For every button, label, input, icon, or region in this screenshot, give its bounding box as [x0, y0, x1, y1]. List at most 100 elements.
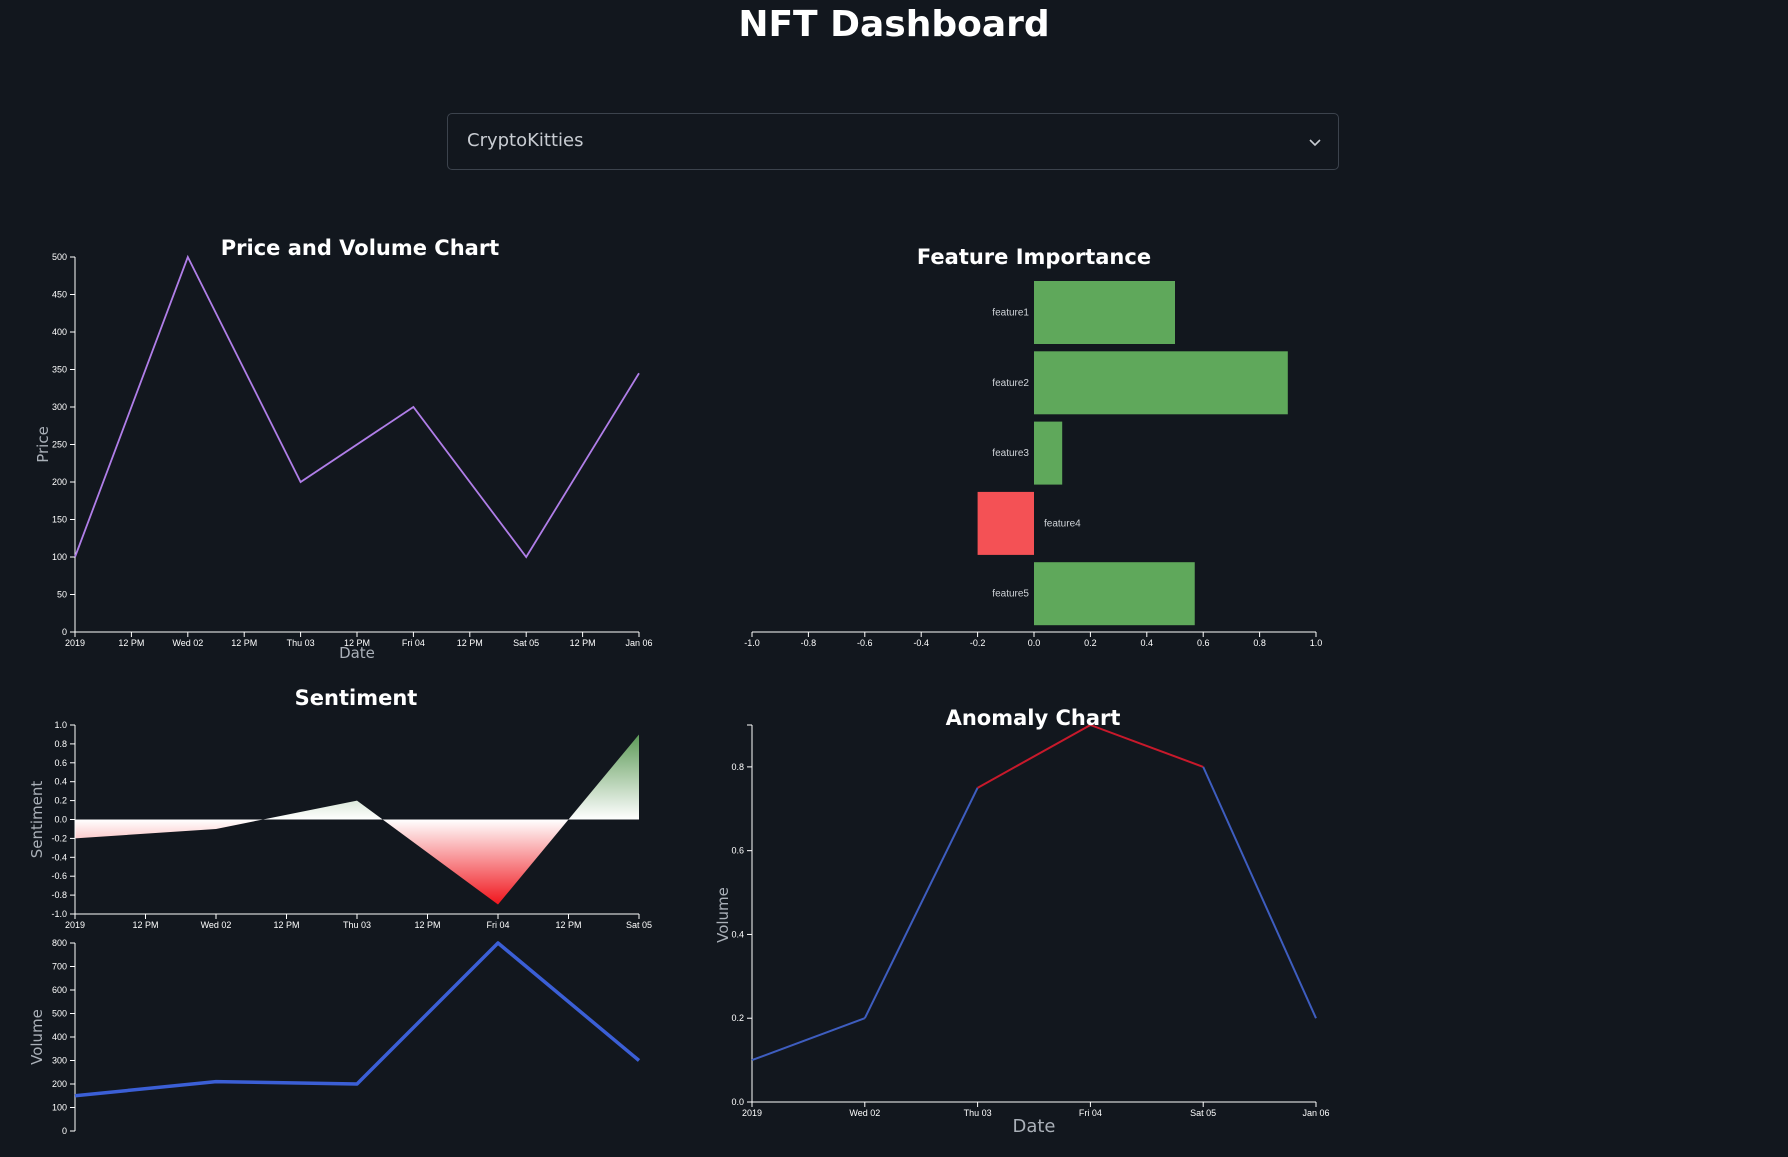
- anomaly-y-tick: 0.0: [731, 1097, 752, 1107]
- price-x-tick-label: Wed 02: [172, 638, 203, 648]
- anomaly-title: Anomaly Chart: [945, 706, 1121, 730]
- sentiment-y-tick: 0.2: [54, 796, 75, 806]
- price-x-tick: Jan 06: [625, 632, 653, 648]
- price-x-tick-label: 12 PM: [118, 638, 144, 648]
- price-x-tick: 12 PM: [231, 632, 257, 648]
- price-x-tick-label: Thu 03: [287, 638, 315, 648]
- price-chart-svg: 0 50 100 150 200 250 300 350 400 450 500 2019 12 PM W…: [34, 252, 653, 662]
- sentiment-x-tick: 2019: [65, 914, 85, 930]
- volume-y-tick: 0: [62, 1126, 75, 1136]
- importance-x-tick: 0.2: [1084, 632, 1097, 648]
- sentiment-y-tick: -0.2: [51, 833, 75, 843]
- price-y-tick-label: 250: [52, 440, 67, 450]
- anomaly-x-tick: 2019: [742, 1102, 762, 1118]
- importance-x-tick-label: 0.0: [1028, 638, 1041, 648]
- sentiment-x-tick: Fri 04: [486, 914, 510, 930]
- price-y-label: Price: [34, 426, 52, 463]
- volume-y-tick-label: 500: [52, 1009, 67, 1019]
- volume-y-tick-label: 100: [52, 1103, 67, 1113]
- price-x-tick-label: Jan 06: [625, 638, 652, 648]
- price-x-tick-label: 12 PM: [457, 638, 483, 648]
- price-x-tick: 12 PM: [570, 632, 596, 648]
- sentiment-x-tick: 12 PM: [414, 914, 441, 930]
- sentiment-y-tick-label: -1.0: [51, 909, 67, 919]
- sentiment-y-tick-label: -0.6: [51, 871, 67, 881]
- importance-x-tick-label: 0.8: [1253, 638, 1266, 648]
- importance-x-tick: 1.0: [1310, 632, 1322, 648]
- feature-importance-chart: Feature Importance feature1 feature2 featu…: [720, 230, 1340, 670]
- anomaly-x-tick: Sat 05: [1190, 1102, 1216, 1118]
- anomaly-svg: 0.0 0.2 0.4 0.6 0.8 2019 Wed 02 Thu 03 Fri 04 Sat…: [714, 724, 1330, 1137]
- sentiment-y-tick-label: -0.2: [51, 833, 67, 843]
- volume-y-tick: 300: [52, 1056, 75, 1066]
- anomaly-segment: [751, 1017, 866, 1062]
- sentiment-y-tick-label: 0.0: [54, 815, 67, 825]
- volume-y-tick: 200: [52, 1079, 75, 1089]
- volume-y-tick: 600: [52, 985, 75, 995]
- feature-label: feature3: [992, 448, 1029, 459]
- price-y-tick-label: 50: [57, 590, 67, 600]
- price-x-tick: 12 PM: [118, 632, 144, 648]
- price-x-label: Date: [339, 644, 375, 662]
- volume-y-tick-label: 300: [52, 1056, 67, 1066]
- anomaly-segment: [1202, 766, 1317, 1019]
- sentiment-y-tick: 1.0: [54, 720, 75, 730]
- sentiment-x-tick: 12 PM: [555, 914, 582, 930]
- volume-y-tick: 500: [52, 1009, 75, 1019]
- price-x-tick: Fri 04: [402, 632, 425, 648]
- importance-x-tick: 0.6: [1197, 632, 1209, 648]
- sentiment-svg: 1.0 0.8 0.6 0.4 0.2 0.0 -0.2 -0.4 -0.6 -0.8 -1.020…: [28, 720, 652, 930]
- sentiment-x-tick-label: Fri 04: [486, 920, 509, 930]
- price-y-tick-label: 450: [52, 290, 67, 300]
- volume-y-label: Volume: [28, 1009, 46, 1065]
- volume-y-tick-label: 700: [52, 962, 67, 972]
- price-x-tick-label: 12 PM: [570, 638, 596, 648]
- price-y-tick: 300: [52, 402, 75, 412]
- importance-x-tick: -1.0: [744, 632, 760, 648]
- sentiment-x-tick-label: 12 PM: [414, 920, 440, 930]
- feature-bar: [1034, 421, 1063, 485]
- sentiment-x-tick-label: Sat 05: [626, 920, 652, 930]
- feature-bar: [1034, 281, 1175, 344]
- sentiment-y-tick-label: 1.0: [54, 720, 67, 730]
- feature-label: feature1: [992, 308, 1029, 319]
- price-line: [74, 254, 640, 559]
- sentiment-area: [263, 800, 383, 820]
- anomaly-x-tick: Fri 04: [1079, 1102, 1102, 1118]
- price-y-tick: 50: [57, 590, 75, 600]
- sentiment-chart: Sentiment 1.0 0.8 0.6 0.4 0.2 0.0 -0.2 -0.4 -0.6…: [0, 680, 680, 930]
- importance-x-tick: 0.0: [1028, 632, 1041, 648]
- anomaly-x-tick: Thu 03: [964, 1102, 992, 1118]
- anomaly-x-tick-label: 2019: [742, 1108, 762, 1118]
- price-x-tick-label: Fri 04: [402, 638, 425, 648]
- volume-y-tick: 100: [52, 1103, 75, 1113]
- price-chart: Price and Volume Chart 0 50 100 150 200 250 30…: [0, 230, 680, 670]
- price-y-tick: 350: [52, 365, 75, 375]
- collection-select[interactable]: CryptoKitties: [447, 113, 1339, 170]
- sentiment-y-tick: -0.4: [51, 852, 75, 862]
- anomaly-segment-flagged: [977, 724, 1091, 789]
- volume-y-tick: 400: [52, 1032, 75, 1042]
- volume-chart: 0 100 200 300 400 500 600 700 800 Volume: [0, 930, 680, 1157]
- price-y-tick: 500: [52, 252, 75, 262]
- anomaly-x-tick-label: Wed 02: [849, 1108, 880, 1118]
- sentiment-y-tick: 0.6: [54, 758, 75, 768]
- volume-y-tick-label: 0: [62, 1126, 67, 1136]
- price-y-tick: 400: [52, 327, 75, 337]
- sentiment-y-tick-label: 0.2: [54, 796, 67, 806]
- feature-label: feature5: [992, 589, 1029, 600]
- importance-x-tick: -0.2: [970, 632, 985, 648]
- sentiment-y-tick: 0.4: [54, 777, 75, 787]
- anomaly-x-tick: Wed 02: [849, 1102, 880, 1118]
- importance-x-tick: -0.8: [801, 632, 816, 648]
- chevron-down-icon[interactable]: [1308, 135, 1322, 154]
- volume-y-tick-label: 800: [52, 938, 67, 948]
- sentiment-area: [75, 819, 263, 839]
- anomaly-segment-flagged: [1090, 724, 1204, 768]
- sentiment-x-tick-label: 12 PM: [555, 920, 581, 930]
- importance-x-tick-label: -0.4: [913, 638, 929, 648]
- volume-svg: 0 100 200 300 400 500 600 700 800 Volume: [28, 938, 641, 1136]
- price-y-tick-label: 300: [52, 402, 67, 412]
- sentiment-y-tick-label: 0.4: [54, 777, 67, 787]
- feature-importance-title: Feature Importance: [916, 245, 1152, 269]
